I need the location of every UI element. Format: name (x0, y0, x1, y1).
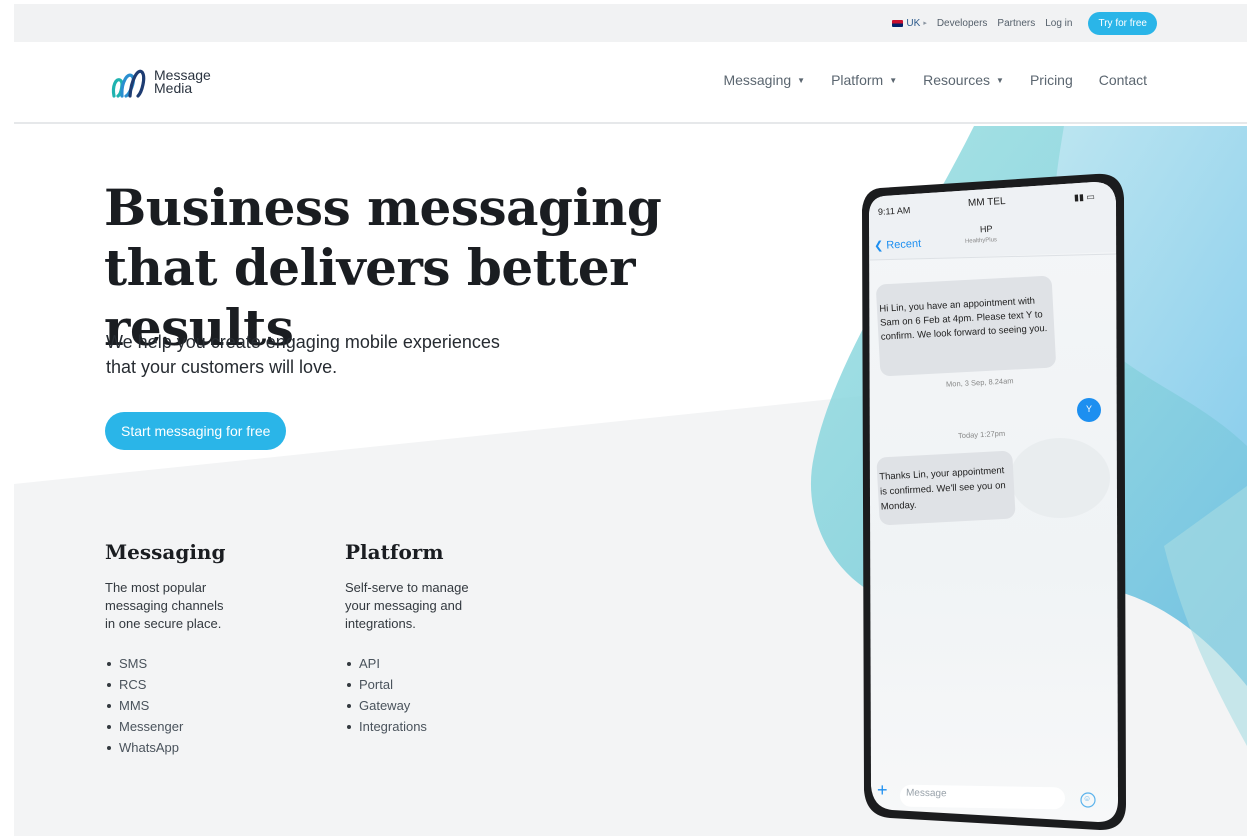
hero-subtitle-line-1: We help you create engaging mobile exper… (106, 332, 500, 352)
feature-description: The most popular messaging channels in o… (105, 579, 255, 633)
desc-line: integrations. (345, 616, 416, 631)
list-item[interactable]: Gateway (345, 695, 545, 716)
phone-mockup: 9:11 AM MM TEL ▮▮ ▭ ❮ Recent HP HealthyP… (850, 168, 1140, 836)
list-item[interactable]: WhatsApp (105, 737, 305, 758)
nav-label: Resources (923, 72, 991, 88)
list-item[interactable]: API (345, 653, 545, 674)
nav-item-contact[interactable]: Contact (1099, 72, 1147, 88)
login-link[interactable]: Log in (1045, 18, 1072, 29)
partners-link[interactable]: Partners (997, 18, 1035, 29)
list-item-label: SMS (119, 656, 148, 671)
feature-heading: Messaging (105, 540, 226, 564)
back-label: Recent (886, 237, 922, 252)
incoming-message-2: Thanks Lin, your appointment is confirme… (879, 462, 1021, 514)
list-item-label: MMS (119, 698, 150, 713)
plus-icon[interactable]: + (877, 780, 888, 801)
nav-label: Contact (1098, 72, 1147, 88)
logo-line-2: Media (154, 80, 193, 96)
developers-link[interactable]: Developers (937, 18, 988, 29)
list-item-label: Integrations (359, 719, 427, 734)
main-nav: Message Media Messaging ▼ Platform ▼ Res… (14, 42, 1247, 124)
list-item-label: WhatsApp (119, 740, 179, 755)
caret-right-icon: ▸ (923, 20, 927, 27)
list-item-label: API (359, 656, 380, 671)
list-item-label: RCS (119, 677, 147, 692)
feature-heading: Platform (345, 540, 444, 564)
list-item[interactable]: Integrations (345, 716, 545, 737)
desc-line: your messaging and (345, 598, 463, 613)
nav-item-platform[interactable]: Platform ▼ (831, 72, 897, 88)
nav-label: Platform (831, 72, 884, 88)
feature-list: API Portal Gateway Integrations (345, 653, 545, 737)
bullet-icon (107, 661, 111, 666)
caret-down-icon: ▼ (797, 75, 806, 85)
utility-bar: UK ▸ Developers Partners Log in Try for … (14, 4, 1247, 42)
list-item[interactable]: SMS (105, 653, 305, 674)
contact-initials: HP (979, 223, 993, 235)
list-item[interactable]: MMS (105, 695, 305, 716)
list-item[interactable]: Messenger (105, 716, 305, 737)
signal-battery-icon: ▮▮ ▭ (1073, 191, 1096, 203)
feature-messaging: Messaging The most popular messaging cha… (105, 540, 305, 758)
uk-flag-icon (892, 19, 904, 27)
nav-label: Pricing (1029, 72, 1073, 88)
list-item-label: Gateway (359, 698, 411, 713)
nav-label: Messaging (723, 72, 792, 88)
feature-list: SMS RCS MMS Messenger WhatsApp (105, 653, 305, 758)
bullet-icon (107, 703, 111, 708)
caret-down-icon: ▼ (889, 75, 898, 85)
desc-line: Self-serve to manage (345, 580, 469, 595)
bullet-icon (107, 745, 111, 750)
logo-wordmark: Message Media (154, 68, 211, 96)
list-item-label: Portal (359, 677, 393, 692)
region-label: UK (906, 17, 921, 29)
feature-description: Self-serve to manage your messaging and … (345, 579, 495, 633)
nav-item-resources[interactable]: Resources ▼ (923, 72, 1004, 88)
try-for-free-button[interactable]: Try for free (1088, 11, 1157, 35)
status-carrier: MM TEL (967, 196, 1006, 209)
desc-line: messaging channels (105, 598, 224, 613)
bullet-icon (107, 682, 111, 687)
bullet-icon (347, 724, 351, 729)
list-item[interactable]: Portal (345, 674, 545, 695)
logo[interactable]: Message Media (108, 62, 211, 102)
caret-down-icon: ▼ (996, 75, 1004, 85)
bullet-icon (347, 703, 351, 708)
bullet-icon (347, 661, 351, 666)
nav-item-pricing[interactable]: Pricing (1030, 72, 1073, 88)
emoji-icon[interactable]: ☺ (1083, 794, 1091, 803)
start-messaging-button[interactable]: Start messaging for free (105, 412, 287, 450)
hero-subtitle-line-2: that your customers will love. (106, 357, 338, 377)
status-time: 9:11 AM (877, 205, 911, 217)
list-item[interactable]: RCS (105, 674, 305, 695)
hero-title-line-1: Business messaging (104, 178, 662, 237)
desc-line: in one secure place. (105, 616, 222, 631)
message-input[interactable]: Message (906, 788, 947, 800)
bullet-icon (347, 682, 351, 687)
bullet-icon (107, 724, 111, 729)
back-button[interactable]: ❮ Recent (874, 237, 922, 252)
desc-line: The most popular (105, 580, 207, 595)
logo-icon (111, 69, 146, 98)
hero-subtitle: We help you create engaging mobile exper… (106, 330, 566, 380)
nav-menu: Messaging ▼ Platform ▼ Resources ▼ Prici… (723, 72, 1147, 88)
region-selector[interactable]: UK ▸ (892, 17, 927, 29)
outgoing-reply: Y (1086, 404, 1093, 414)
list-item-label: Messenger (119, 719, 184, 734)
feature-platform: Platform Self-serve to manage your messa… (345, 540, 545, 737)
nav-item-messaging[interactable]: Messaging ▼ (723, 72, 805, 88)
back-chevron-icon: ❮ (873, 239, 884, 253)
